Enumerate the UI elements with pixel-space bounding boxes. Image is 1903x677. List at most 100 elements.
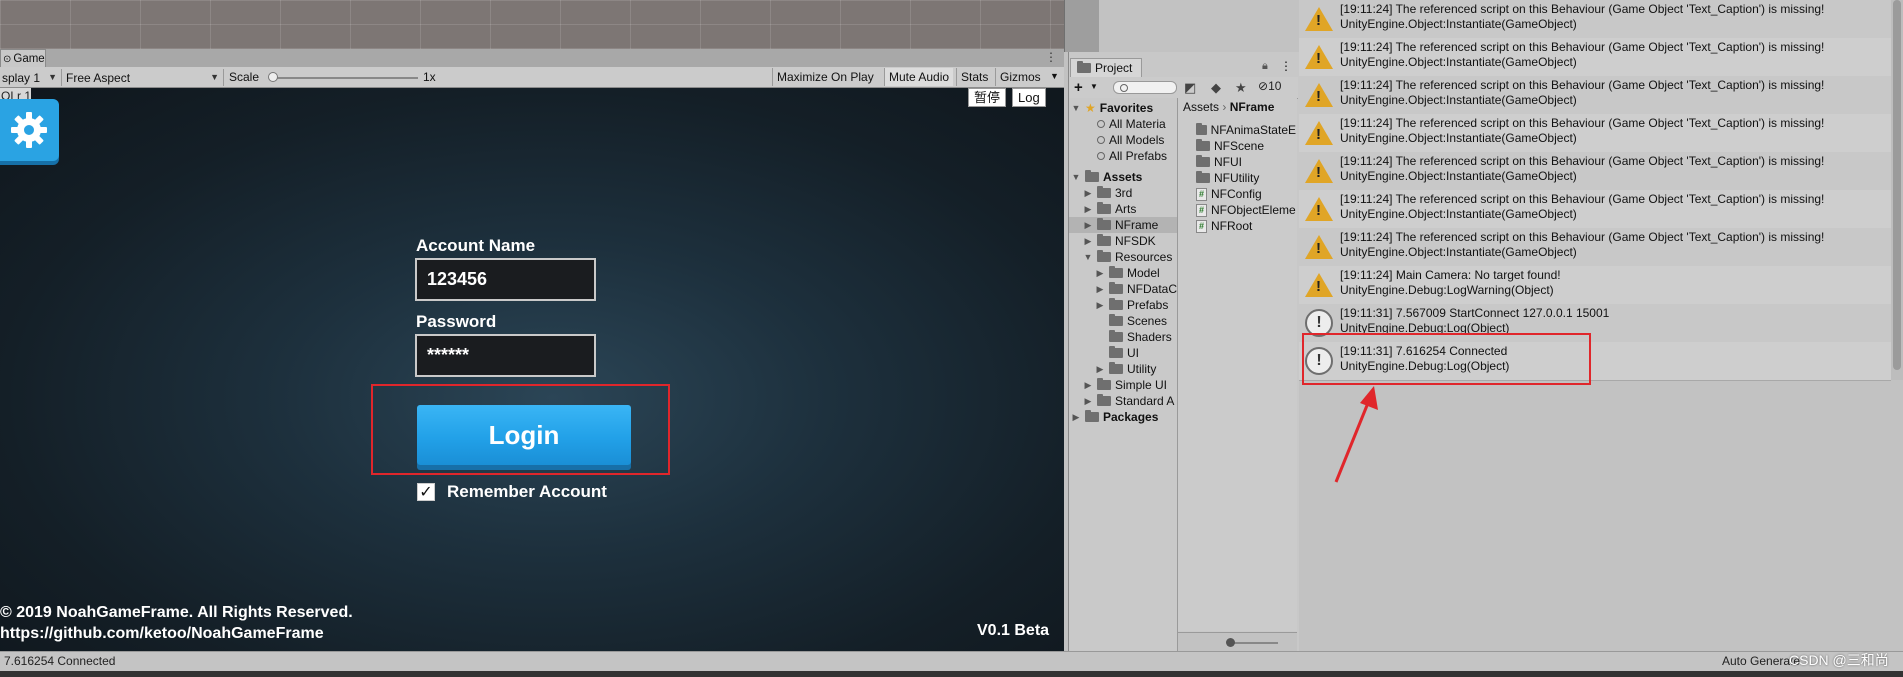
remember-account-checkbox[interactable]: ✓ [417,483,435,501]
file-item[interactable]: # NFConfig [1196,186,1296,202]
log-button[interactable]: Log [1012,88,1046,107]
tree-item[interactable]: ▶ Packages [1071,409,1177,425]
chevron-down-icon[interactable]: ▼ [1071,172,1081,182]
chevron-right-icon[interactable]: ▶ [1095,268,1105,279]
slider-handle[interactable] [1226,638,1235,647]
folder-icon [1097,218,1111,230]
inspector-edge [1064,0,1099,52]
log-message: [19:11:24] The referenced script on this… [1334,76,1824,114]
tree-item[interactable]: ▶ Utility [1095,361,1177,377]
console-log-entry[interactable]: ! [19:11:24] The referenced script on thi… [1299,228,1891,266]
file-item[interactable]: NFScene [1196,138,1296,154]
file-item[interactable]: NFUtility [1196,170,1296,186]
tree-item[interactable]: ▶ Model [1095,265,1177,281]
console-log-entry[interactable]: ! [19:11:24] The referenced script on thi… [1299,0,1891,38]
chevron-down-icon[interactable]: ▼ [1071,103,1081,113]
scale-slider-handle[interactable] [268,72,278,82]
console-log-entry[interactable]: ! [19:11:24] The referenced script on thi… [1299,38,1891,76]
display-dropdown[interactable]: splay 1 ▼ [0,69,62,86]
gizmos-button[interactable]: Gizmos [995,68,1045,86]
pause-button[interactable]: 暂停 [968,88,1007,107]
chevron-down-icon[interactable]: ▼ [1083,252,1093,262]
breadcrumb-item[interactable]: NFrame [1230,100,1275,114]
tree-item[interactable]: ▶ Simple UI [1083,377,1177,393]
tree-item-label: All Models [1109,133,1165,147]
tree-item[interactable]: ▶ Prefabs [1095,297,1177,313]
chevron-right-icon[interactable]: ▶ [1083,396,1093,407]
tree-item[interactable]: UI [1095,345,1177,361]
folder-icon [1109,298,1123,310]
tree-item[interactable]: ▼ Assets [1071,169,1177,185]
console-scrollbar-thumb[interactable] [1893,0,1901,370]
script-icon: # [1196,187,1207,201]
chevron-right-icon[interactable]: ▶ [1095,364,1105,375]
tree-item[interactable]: ▶ 3rd [1083,185,1177,201]
scale-slider-track[interactable] [272,77,418,79]
stats-button[interactable]: Stats [956,68,992,86]
tab-project[interactable]: Project [1070,58,1142,77]
project-menu-icon[interactable]: ⋮ [1280,59,1292,73]
game-menu-icon[interactable]: ⋮ [1045,50,1057,64]
label-icon[interactable]: ◆ [1211,80,1221,96]
console-log-entry[interactable]: ! [19:11:24] The referenced script on thi… [1299,76,1891,114]
chevron-right-icon[interactable]: ▶ [1083,220,1093,231]
console-log-entry[interactable]: ! [19:11:24] The referenced script on thi… [1299,152,1891,190]
hidden-packages-toggle[interactable]: ⊘10 [1258,79,1281,93]
console-log-entry[interactable]: ! [19:11:24] The referenced script on thi… [1299,114,1891,152]
log-stacktrace: UnityEngine.Object:Instantiate(GameObjec… [1340,245,1577,259]
display-dropdown-value: splay 1 [2,70,41,85]
folder-icon [1097,202,1111,214]
icon-size-slider[interactable] [1178,632,1297,652]
chevron-right-icon[interactable]: ▶ [1083,204,1093,215]
tree-item[interactable]: ▶ Standard A [1083,393,1177,409]
chevron-right-icon[interactable]: ▶ [1083,380,1093,391]
mute-audio-button[interactable]: Mute Audio [884,68,954,86]
tree-item[interactable]: All Models [1083,132,1177,148]
console-log-entry[interactable]: ! [19:11:24] Main Camera: No target found… [1299,266,1891,304]
project-search-input[interactable] [1113,81,1177,94]
chevron-down-icon[interactable]: ▼ [1090,82,1098,91]
folder-icon [1097,250,1111,262]
tree-item[interactable]: ▶ NFSDK [1083,233,1177,249]
chevron-right-icon[interactable]: ▶ [1071,412,1081,423]
tree-item[interactable]: Shaders [1095,329,1177,345]
favorite-star-icon[interactable]: ★ [1235,80,1247,96]
lock-icon[interactable]: 🔒︎ [1262,60,1268,73]
account-name-input[interactable]: 123456 [415,258,596,301]
chevron-right-icon[interactable]: ▶ [1083,188,1093,199]
chevron-right-icon[interactable]: ▶ [1095,300,1105,311]
tree-item[interactable]: All Materia [1083,116,1177,132]
chevron-right-icon[interactable]: ▶ [1095,284,1105,295]
aspect-dropdown[interactable]: Free Aspect ▼ [64,69,224,86]
settings-button[interactable] [0,99,59,161]
file-item[interactable]: NFAnimaStateE [1196,122,1296,138]
log-line: [19:11:24] The referenced script on this… [1340,116,1825,130]
tree-item[interactable]: ▼ Resources [1083,249,1177,265]
tree-item-label: Utility [1127,362,1157,376]
file-item[interactable]: # NFRoot [1196,218,1296,234]
tree-item[interactable]: Scenes [1095,313,1177,329]
tree-item[interactable]: All Prefabs [1083,148,1177,164]
add-icon[interactable]: + [1074,79,1083,96]
tree-item[interactable]: ▶ NFDataC [1095,281,1177,297]
tree-item-label: 3rd [1115,186,1133,200]
status-message[interactable]: 7.616254 Connected [4,654,115,668]
tab-game[interactable]: ⊙ Game [0,49,46,68]
maximize-on-play-button[interactable]: Maximize On Play [772,68,878,86]
tree-item[interactable]: ▶ Arts [1083,201,1177,217]
folder-icon [1109,362,1123,374]
file-item[interactable]: # NFObjectEleme [1196,202,1296,218]
chevron-right-icon: › [1222,100,1230,114]
folder-icon [1196,171,1210,183]
gizmos-chevron-icon[interactable]: ▼ [1050,71,1059,81]
chevron-right-icon[interactable]: ▶ [1083,236,1093,247]
log-line: [19:11:24] The referenced script on this… [1340,40,1825,54]
filter-type-icon[interactable]: ◩ [1184,80,1196,96]
tree-item[interactable]: ▶ NFrame [1069,217,1177,233]
password-input[interactable]: ****** [415,334,596,377]
tree-item[interactable]: ▼ ★ Favorites [1071,100,1177,116]
file-item-label: NFScene [1214,139,1265,153]
breadcrumb-item[interactable]: Assets [1183,100,1219,114]
file-item[interactable]: NFUI [1196,154,1296,170]
console-log-entry[interactable]: ! [19:11:24] The referenced script on thi… [1299,190,1891,228]
